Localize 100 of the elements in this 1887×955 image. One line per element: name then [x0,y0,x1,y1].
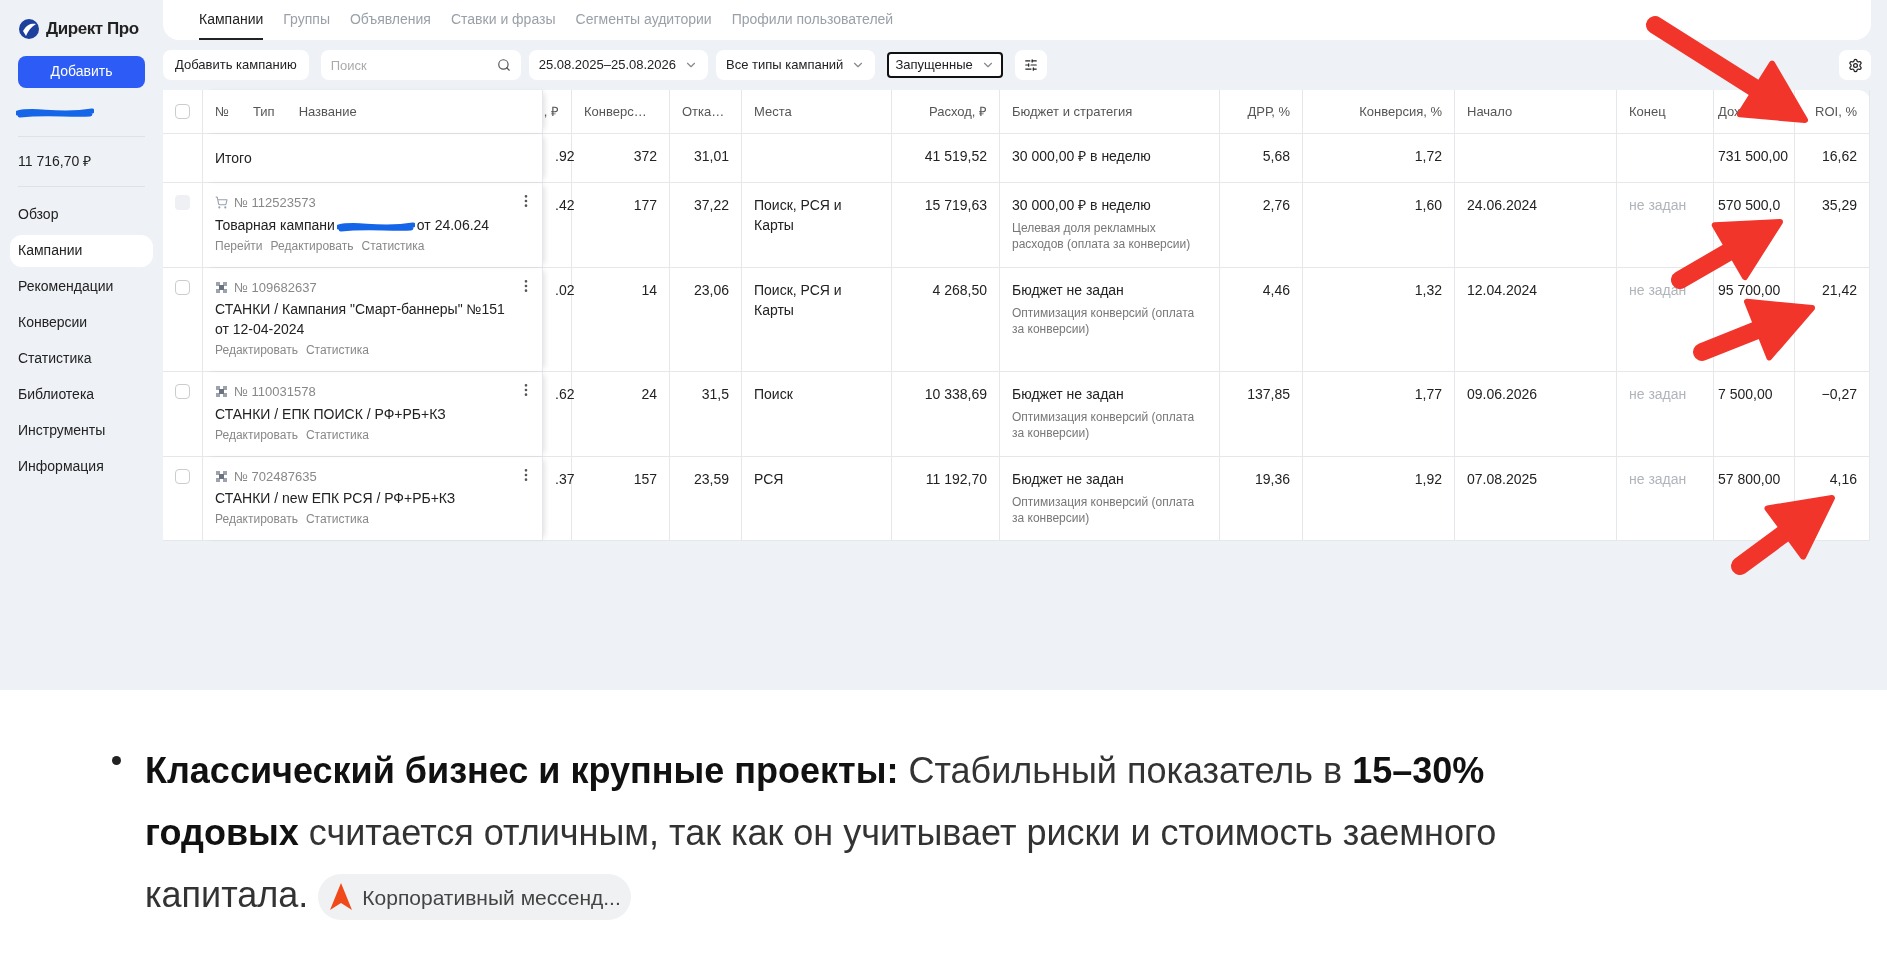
banner-icon [215,385,228,399]
logo-text: Директ Про [46,18,139,40]
search-field[interactable]: Поиск [320,50,521,80]
campaign-number: № 109682637 [234,278,317,297]
bullet-icon [112,756,121,765]
table-cell: 4,16 [1829,470,1857,487]
table-cell: 570 500,0 [1718,197,1781,213]
column-header[interactable]: Начало [1467,101,1513,122]
table-cell: 35,29 [1821,197,1857,213]
nav-item[interactable]: Кампании [10,234,153,267]
nav-item[interactable]: Библиотека [10,378,153,411]
column-header[interactable]: Места [754,101,792,122]
strategy-note: Оптимизация конверсий (оплата за конверсии) [1012,304,1196,337]
budget-amount: 30 000,00 ₽ в неделю [1012,196,1152,215]
table-cell: 24.06.2024 [1467,197,1538,213]
table-cell: 41 519,52 [924,148,987,164]
table-cell: .92 [555,148,575,164]
campaign-name[interactable]: СТАНКИ / Кампания "Смарт-баннеры" №151 от 12-04-2024 [215,299,515,339]
table-cell: .42 [555,197,575,213]
balance: 11 716,70 ₽ [17,151,93,171]
select-all-checkbox[interactable] [175,104,190,119]
column-header[interactable]: , ₽ [543,101,559,122]
table-cell: 95 700,00 [1718,281,1781,298]
row-link[interactable]: Редактировать [215,425,298,444]
column-header[interactable]: Конверс… [584,101,647,122]
table-cell: 1,77 [1414,386,1442,402]
status-dropdown[interactable]: Запущенные [887,52,1003,78]
nav-item[interactable]: Статистика [10,342,153,375]
table-cell: 23,06 [693,281,729,298]
table-cell: 09.06.2026 [1467,386,1538,402]
column-header[interactable]: Конверсия, % [1359,101,1442,122]
nav-item[interactable]: Инструменты [10,414,153,447]
table-cell: 7 500,00 [1718,386,1773,402]
row-checkbox[interactable] [175,279,190,295]
paragraph: Классический бизнес и крупные проекты: Стабильный показатель в 15–30% годовых считается отличным, так как он учитывает риски и стоимость заемного капитала. Корпоративный мессенд... [145,740,1517,926]
table-cell: 2,76 [1262,197,1290,213]
column-header[interactable]: Отка… [682,101,725,122]
budget-amount: Бюджет не задан [1012,385,1125,404]
row-link[interactable]: Редактировать [215,510,298,528]
nav-item[interactable]: Обзор [10,198,153,231]
column-header[interactable]: Название [298,101,357,122]
table-cell: 1,72 [1414,148,1442,164]
row-link[interactable]: Статистика [305,341,369,359]
column-header[interactable]: № [215,101,229,122]
budget-amount: 30 000,00 ₽ в неделю [1012,147,1152,166]
row-link[interactable]: Редактировать [215,341,298,359]
table-cell-text: Поиск, РСЯ и Карты [754,196,843,235]
logo-icon [18,17,40,40]
row-link[interactable]: Статистика [305,510,369,528]
table-cell: .37 [555,470,575,487]
nav-item[interactable]: Рекомендации [10,270,153,303]
column-header[interactable]: Расход, ₽ [928,101,987,122]
budget-amount: Бюджет не задан [1012,469,1125,489]
add-button[interactable]: Добавить [18,55,145,88]
column-header[interactable]: Конец [1629,101,1666,122]
row-link[interactable]: Статистика [305,425,369,444]
table-cell-text: Поиск [754,385,793,404]
table-cell: 731 500,00 [1718,148,1789,164]
column-header[interactable]: Дох [1718,101,1741,122]
table-cell: 19,36 [1254,470,1290,487]
search-icon [496,58,511,72]
table-cell: 5,68 [1262,148,1290,164]
table-cell: −0,27 [1821,386,1857,402]
filter-button[interactable] [1014,50,1047,80]
strategy-note: Целевая доля рекламных расходов (оплата за конверсии) [1012,220,1192,252]
table-cell: не задан [1629,281,1687,298]
table-cell: 1,32 [1414,281,1442,298]
table-cell: 37,22 [693,197,729,213]
table-cell: 07.08.2025 [1467,470,1538,487]
arrow-logo-icon [328,882,355,913]
table-cell: 57 800,00 [1718,470,1781,487]
column-header[interactable]: Бюджет и стратегия [1012,101,1133,122]
tab[interactable]: Кампании [199,5,264,40]
column-header[interactable]: ROI, % [1815,101,1857,122]
table-cell: 4,46 [1262,281,1290,298]
settings-button[interactable] [1839,50,1871,80]
source-chip[interactable]: Корпоративный мессенд... [318,874,631,921]
row-checkbox[interactable] [175,384,190,399]
table-cell: .02 [555,281,575,298]
table-cell: 157 [633,470,657,487]
cart-icon [215,196,228,210]
campaign-name[interactable]: СТАНКИ / ЕПК ПОИСК / РФ+РБ+КЗ [215,403,515,424]
add-campaign-button[interactable]: Добавить кампанию [163,50,309,80]
table-cell: 12.04.2024 [1467,281,1538,298]
table-cell: 4 268,50 [932,281,987,298]
table-cell: 1,92 [1414,470,1442,487]
table-cell: 1,60 [1414,197,1442,213]
nav-item[interactable]: Конверсии [10,306,153,339]
campaign-type-dropdown[interactable]: Все типы кампаний [716,50,876,80]
row-checkbox[interactable] [175,468,190,484]
table-cell: 31,01 [693,148,729,164]
table-cell: не задан [1629,470,1687,487]
campaign-name[interactable]: СТАНКИ / new ЕПК РСЯ / РФ+РБ+КЗ [215,488,515,508]
nav-item[interactable]: Информация [10,450,153,483]
column-header[interactable]: Тип [252,101,275,122]
column-header[interactable]: ДРР, % [1247,101,1290,122]
table-cell: 137,85 [1247,386,1290,402]
date-range-dropdown[interactable]: 25.08.2025–25.08.2026 [528,50,709,80]
table-cell-text: Поиск, РСЯ и Карты [754,280,843,320]
table-cell: 31,5 [701,386,729,402]
